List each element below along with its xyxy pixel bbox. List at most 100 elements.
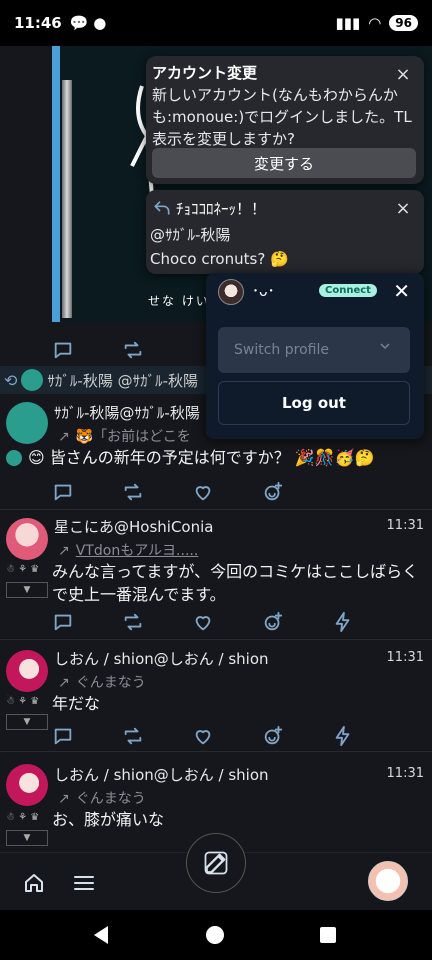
renote-button[interactable] bbox=[122, 608, 192, 636]
mention-notification[interactable]: ﾁｮｺｺﾛﾈｰｯ！！ × @ｻｶﾞﾙ-秋陽 Choco cronuts? 🤔 bbox=[146, 190, 424, 274]
renote-icon bbox=[124, 483, 142, 501]
back-icon[interactable] bbox=[94, 926, 108, 944]
post-actions bbox=[52, 334, 192, 366]
renote-button[interactable] bbox=[122, 722, 192, 750]
mention-text: Choco cronuts? 🤔 bbox=[150, 250, 289, 268]
post-body: みんな言ってますが、今回のコミケはここしばらくで史上一番混んでます。 bbox=[52, 562, 419, 604]
notification-title: ﾁｮｺｺﾛﾈｰｯ！！ bbox=[176, 200, 267, 218]
system-navigation bbox=[0, 910, 432, 960]
renote-icon bbox=[124, 341, 142, 359]
like-button[interactable] bbox=[192, 608, 262, 636]
reaction-button[interactable] bbox=[262, 722, 332, 750]
menu-icon bbox=[74, 876, 94, 890]
reply-button[interactable] bbox=[52, 608, 122, 636]
switch-profile-label: Switch profile bbox=[234, 342, 329, 358]
avatar bbox=[6, 450, 22, 466]
avatar[interactable] bbox=[218, 279, 244, 305]
reply-context[interactable]: ↗ ぐんまなう bbox=[58, 672, 146, 692]
status-bar: 11:46 💬 ● ▮▮▮ ◠ 96 bbox=[0, 0, 432, 46]
post-author[interactable]: しおん / shion@しおん / shion bbox=[54, 764, 269, 785]
home-circle-icon[interactable] bbox=[206, 926, 224, 944]
reply-context[interactable]: ↗ 🐯「お前はどこを bbox=[58, 426, 191, 446]
renote-button[interactable] bbox=[122, 478, 192, 506]
reaction-button[interactable] bbox=[262, 478, 332, 506]
badge-icons: ☃ ⚘ ♛ bbox=[6, 696, 40, 707]
lightning-icon bbox=[335, 725, 350, 747]
compose-button[interactable] bbox=[186, 833, 246, 893]
collapse-toggle[interactable]: ▼ bbox=[6, 714, 48, 730]
post-actions: ••• bbox=[52, 476, 332, 508]
avatar[interactable] bbox=[368, 861, 408, 901]
account-change-dialog: アカウント変更 × 新しいアカウント(なんもわからんかも:monoue:)でログ… bbox=[146, 56, 424, 184]
reply-button[interactable] bbox=[52, 722, 122, 750]
heart-icon bbox=[195, 616, 211, 631]
close-icon[interactable]: × bbox=[394, 66, 412, 84]
reply-context[interactable]: ↗ VTdonもアルヨ..... bbox=[58, 540, 198, 560]
close-icon[interactable]: ✕ bbox=[393, 279, 410, 303]
battery-indicator: 96 bbox=[389, 15, 418, 31]
emoji-add-icon bbox=[264, 725, 283, 745]
post-body: お、膝が痛いな bbox=[52, 810, 165, 829]
reply-icon bbox=[54, 614, 72, 631]
emoji-add-icon bbox=[264, 481, 283, 501]
mention-user: @ｻｶﾞﾙ-秋陽 bbox=[150, 226, 231, 244]
renote-icon bbox=[124, 727, 142, 745]
reply-icon bbox=[54, 342, 72, 359]
renote-button[interactable] bbox=[122, 336, 192, 364]
heart-icon bbox=[195, 730, 211, 745]
notification-icons: 💬 ● bbox=[69, 14, 107, 32]
dialog-message: 新しいアカウント(なんもわからんかも:monoue:)でログインしました。TL表… bbox=[152, 86, 412, 148]
connect-badge[interactable]: Connect bbox=[319, 284, 377, 297]
post-author[interactable]: しおん / shion@しおん / shion bbox=[54, 648, 269, 669]
chevron-down-icon bbox=[380, 343, 390, 350]
recents-icon[interactable] bbox=[320, 927, 336, 943]
logout-button[interactable]: Log out bbox=[218, 381, 410, 425]
emoji-add-icon bbox=[264, 611, 283, 631]
avatar[interactable] bbox=[6, 764, 48, 806]
post-author[interactable]: ｻｶﾞﾙ-秋陽@ｻｶﾞﾙ-秋陽 bbox=[54, 402, 200, 423]
post-body: 年だな bbox=[52, 694, 101, 713]
avatar[interactable] bbox=[21, 369, 44, 391]
close-icon[interactable]: × bbox=[394, 200, 412, 218]
heart-icon bbox=[195, 486, 211, 501]
post-actions: ••• bbox=[52, 720, 402, 752]
reply-context[interactable]: ↗ ぐんまなう bbox=[58, 788, 146, 808]
pencil-icon bbox=[204, 851, 228, 875]
post-body: 😊 皆さんの新年の予定は何ですか？ 🎉🎊🥳🤔 bbox=[28, 448, 375, 467]
list-item[interactable]: しおん / shion@しおん / shion 11:31 ↗ ぐんまなう ☃ ⚘… bbox=[0, 640, 432, 752]
home-button[interactable] bbox=[22, 871, 46, 895]
reply-arrow-icon bbox=[154, 201, 170, 215]
like-button[interactable] bbox=[192, 478, 262, 506]
switch-profile-select[interactable]: Switch profile bbox=[218, 327, 410, 373]
account-panel: ･ᴗ･ Connect ✕ Switch profile Log out bbox=[206, 273, 424, 439]
reply-arrow-icon: ↗ bbox=[58, 543, 70, 559]
change-button[interactable]: 変更する bbox=[152, 148, 416, 178]
like-button[interactable] bbox=[192, 722, 262, 750]
renote-user: ｻｶﾞﾙ-秋陽 @ｻｶﾞﾙ-秋陽 bbox=[47, 371, 199, 390]
boost-button[interactable] bbox=[332, 608, 402, 636]
reply-button[interactable] bbox=[52, 336, 122, 364]
post-time[interactable]: 11:31 bbox=[387, 766, 424, 781]
dialog-title: アカウント変更 bbox=[152, 64, 258, 82]
renote-icon bbox=[124, 613, 142, 631]
avatar[interactable] bbox=[6, 402, 48, 444]
post-author[interactable]: 星こにあ@HoshiConia bbox=[54, 516, 213, 537]
boost-button[interactable] bbox=[332, 722, 402, 750]
lightning-icon bbox=[335, 611, 350, 633]
reply-icon bbox=[54, 484, 72, 501]
reply-button[interactable] bbox=[52, 478, 122, 506]
wifi-icon: ◠ bbox=[368, 14, 382, 32]
bottom-navigation bbox=[0, 833, 432, 910]
collapse-toggle[interactable]: ▼ bbox=[6, 582, 48, 598]
pole-graphic bbox=[62, 80, 72, 318]
list-item[interactable]: 星こにあ@HoshiConia 11:31 ↗ VTdonもアルヨ..... ☃ … bbox=[0, 510, 432, 640]
post-time[interactable]: 11:31 bbox=[387, 650, 424, 665]
reply-arrow-icon: ↗ bbox=[58, 791, 70, 807]
reaction-button[interactable] bbox=[262, 608, 332, 636]
menu-button[interactable] bbox=[72, 871, 96, 895]
avatar[interactable] bbox=[6, 518, 48, 560]
renote-icon: ⟲ bbox=[4, 370, 18, 390]
collapse-toggle[interactable]: ▼ bbox=[6, 830, 48, 846]
post-time[interactable]: 11:31 bbox=[387, 518, 424, 533]
avatar[interactable] bbox=[6, 650, 48, 692]
